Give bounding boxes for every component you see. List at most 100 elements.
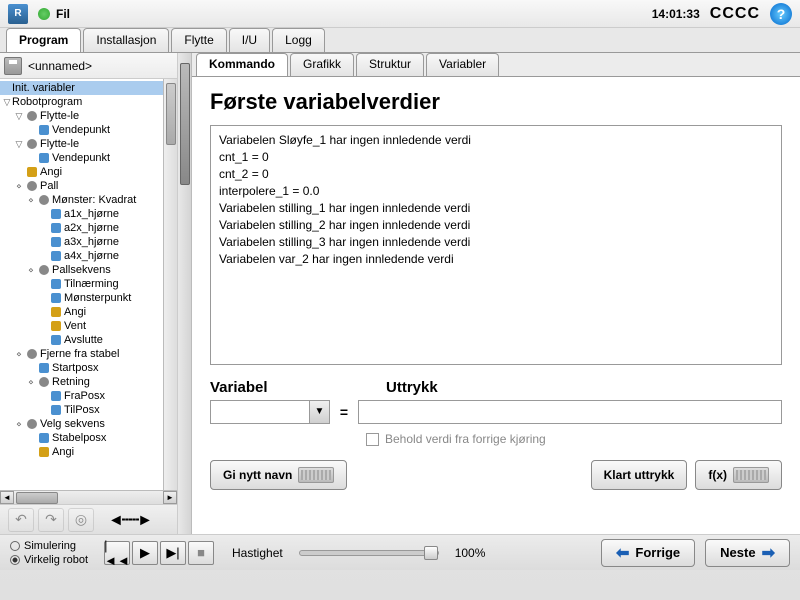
move-arrows-icon[interactable]: ◄┄┄► bbox=[108, 510, 151, 530]
real-robot-label: Virkelig robot bbox=[24, 553, 88, 567]
tab-installasjon[interactable]: Installasjon bbox=[83, 28, 169, 52]
variable-line[interactable]: Variabelen Sløyfe_1 har ingen innledende… bbox=[219, 132, 773, 149]
tree-node[interactable]: TilPosx bbox=[0, 403, 163, 417]
subtab-kommando[interactable]: Kommando bbox=[196, 53, 288, 76]
node-icon bbox=[51, 391, 61, 401]
variable-line[interactable]: Variabelen stilling_3 har ingen innleden… bbox=[219, 234, 773, 251]
node-icon bbox=[39, 447, 49, 457]
target-button[interactable]: ◎ bbox=[68, 508, 94, 532]
tab-program[interactable]: Program bbox=[6, 28, 81, 52]
page-title: Første variabelverdier bbox=[210, 89, 782, 115]
subtab-grafikk[interactable]: Grafikk bbox=[290, 53, 354, 76]
tab-i/u[interactable]: I/U bbox=[229, 28, 270, 52]
splitter[interactable] bbox=[178, 53, 192, 534]
tree-node[interactable]: Stabelposx bbox=[0, 431, 163, 445]
expression-label: Uttrykk bbox=[386, 379, 438, 396]
node-icon bbox=[51, 405, 61, 415]
node-icon bbox=[51, 321, 61, 331]
skip-forward-button[interactable]: ▶| bbox=[160, 541, 186, 565]
tree-node[interactable]: Init. variabler bbox=[0, 81, 163, 95]
tree-node[interactable]: Angi bbox=[0, 445, 163, 459]
tree-node[interactable]: Avslutte bbox=[0, 333, 163, 347]
undo-button[interactable]: ↶ bbox=[8, 508, 34, 532]
play-button[interactable]: ▶ bbox=[132, 541, 158, 565]
save-icon[interactable] bbox=[4, 57, 22, 75]
help-icon[interactable]: ? bbox=[770, 3, 792, 25]
variable-list[interactable]: Variabelen Sløyfe_1 har ingen innledende… bbox=[210, 125, 782, 365]
tree-node[interactable]: ▽Flytte-le bbox=[0, 137, 163, 151]
node-icon bbox=[39, 195, 49, 205]
tree-node[interactable]: Mønsterpunkt bbox=[0, 291, 163, 305]
node-icon bbox=[27, 139, 37, 149]
tab-flytte[interactable]: Flytte bbox=[171, 28, 226, 52]
tree-scrollbar-horizontal[interactable]: ◄► bbox=[0, 490, 177, 504]
tab-logg[interactable]: Logg bbox=[272, 28, 325, 52]
filename-label: <unnamed> bbox=[28, 59, 92, 73]
tree-node[interactable]: a4x_hjørne bbox=[0, 249, 163, 263]
variable-line[interactable]: cnt_2 = 0 bbox=[219, 166, 773, 183]
tree-node[interactable]: Vendepunkt bbox=[0, 123, 163, 137]
redo-button[interactable]: ↷ bbox=[38, 508, 64, 532]
subtab-variabler[interactable]: Variabler bbox=[426, 53, 499, 76]
variable-line[interactable]: interpolere_1 = 0.0 bbox=[219, 183, 773, 200]
simulation-label: Simulering bbox=[24, 539, 76, 553]
tree-node[interactable]: ⋄Fjerne fra stabel bbox=[0, 347, 163, 361]
node-icon bbox=[51, 251, 61, 261]
tree-node[interactable]: Tilnærming bbox=[0, 277, 163, 291]
chevron-down-icon[interactable]: ▼ bbox=[309, 401, 329, 423]
node-icon bbox=[39, 153, 49, 163]
speed-value: 100% bbox=[455, 546, 486, 560]
variable-line[interactable]: Variabelen stilling_2 har ingen innleden… bbox=[219, 217, 773, 234]
simulation-radio[interactable] bbox=[10, 541, 20, 551]
tree-node[interactable]: a3x_hjørne bbox=[0, 235, 163, 249]
tree-node[interactable]: ⋄Pallsekvens bbox=[0, 263, 163, 277]
skip-back-button[interactable]: |◄◄ bbox=[104, 541, 130, 565]
tree-node[interactable]: ⋄Pall bbox=[0, 179, 163, 193]
node-icon bbox=[51, 223, 61, 233]
variable-line[interactable]: cnt_1 = 0 bbox=[219, 149, 773, 166]
node-icon bbox=[51, 335, 61, 345]
previous-button[interactable]: ⬅Forrige bbox=[601, 539, 695, 567]
node-icon bbox=[51, 237, 61, 247]
tree-node[interactable]: FraPosx bbox=[0, 389, 163, 403]
speed-slider[interactable] bbox=[299, 550, 439, 556]
tree-node[interactable]: Angi bbox=[0, 305, 163, 319]
tree-node[interactable]: Startposx bbox=[0, 361, 163, 375]
speed-label: Hastighet bbox=[232, 546, 283, 560]
rename-button[interactable]: Gi nytt navn bbox=[210, 460, 347, 490]
real-robot-radio[interactable] bbox=[10, 555, 20, 565]
tree-node[interactable]: a2x_hjørne bbox=[0, 221, 163, 235]
node-icon bbox=[51, 307, 61, 317]
tree-node[interactable]: ⋄Velg sekvens bbox=[0, 417, 163, 431]
variable-line[interactable]: Variabelen var_2 har ingen innledende ve… bbox=[219, 251, 773, 268]
fx-button[interactable]: f(x) bbox=[695, 460, 782, 490]
tree-node[interactable]: ▽Robotprogram bbox=[0, 95, 163, 109]
tree-node[interactable]: Vendepunkt bbox=[0, 151, 163, 165]
program-tree[interactable]: Init. variabler▽Robotprogram▽Flytte-leVe… bbox=[0, 79, 163, 490]
variable-combo[interactable]: ▼ bbox=[210, 400, 330, 424]
node-icon bbox=[39, 125, 49, 135]
node-icon bbox=[27, 111, 37, 121]
tree-node[interactable]: a1x_hjørne bbox=[0, 207, 163, 221]
keyboard-icon bbox=[298, 467, 334, 483]
next-button[interactable]: Neste➡ bbox=[705, 539, 790, 567]
tree-node[interactable]: ⋄Retning bbox=[0, 375, 163, 389]
clock: 14:01:33 bbox=[652, 7, 700, 21]
tree-node[interactable]: Vent bbox=[0, 319, 163, 333]
status-dot-icon bbox=[38, 8, 50, 20]
variable-label: Variabel bbox=[210, 379, 358, 396]
clear-expression-button[interactable]: Klart uttrykk bbox=[591, 460, 688, 490]
tree-node[interactable]: ▽Flytte-le bbox=[0, 109, 163, 123]
expression-input[interactable] bbox=[358, 400, 782, 424]
node-icon bbox=[51, 293, 61, 303]
tree-node[interactable]: ⋄Mønster: Kvadrat bbox=[0, 193, 163, 207]
subtab-struktur[interactable]: Struktur bbox=[356, 53, 424, 76]
file-menu[interactable]: Fil bbox=[56, 7, 70, 21]
tree-scrollbar-vertical[interactable] bbox=[163, 79, 177, 490]
node-icon bbox=[27, 349, 37, 359]
stop-button[interactable]: ■ bbox=[188, 541, 214, 565]
tree-node[interactable]: Angi bbox=[0, 165, 163, 179]
keep-value-checkbox[interactable] bbox=[366, 433, 379, 446]
variable-line[interactable]: Variabelen stilling_1 har ingen innleden… bbox=[219, 200, 773, 217]
node-icon bbox=[27, 181, 37, 191]
